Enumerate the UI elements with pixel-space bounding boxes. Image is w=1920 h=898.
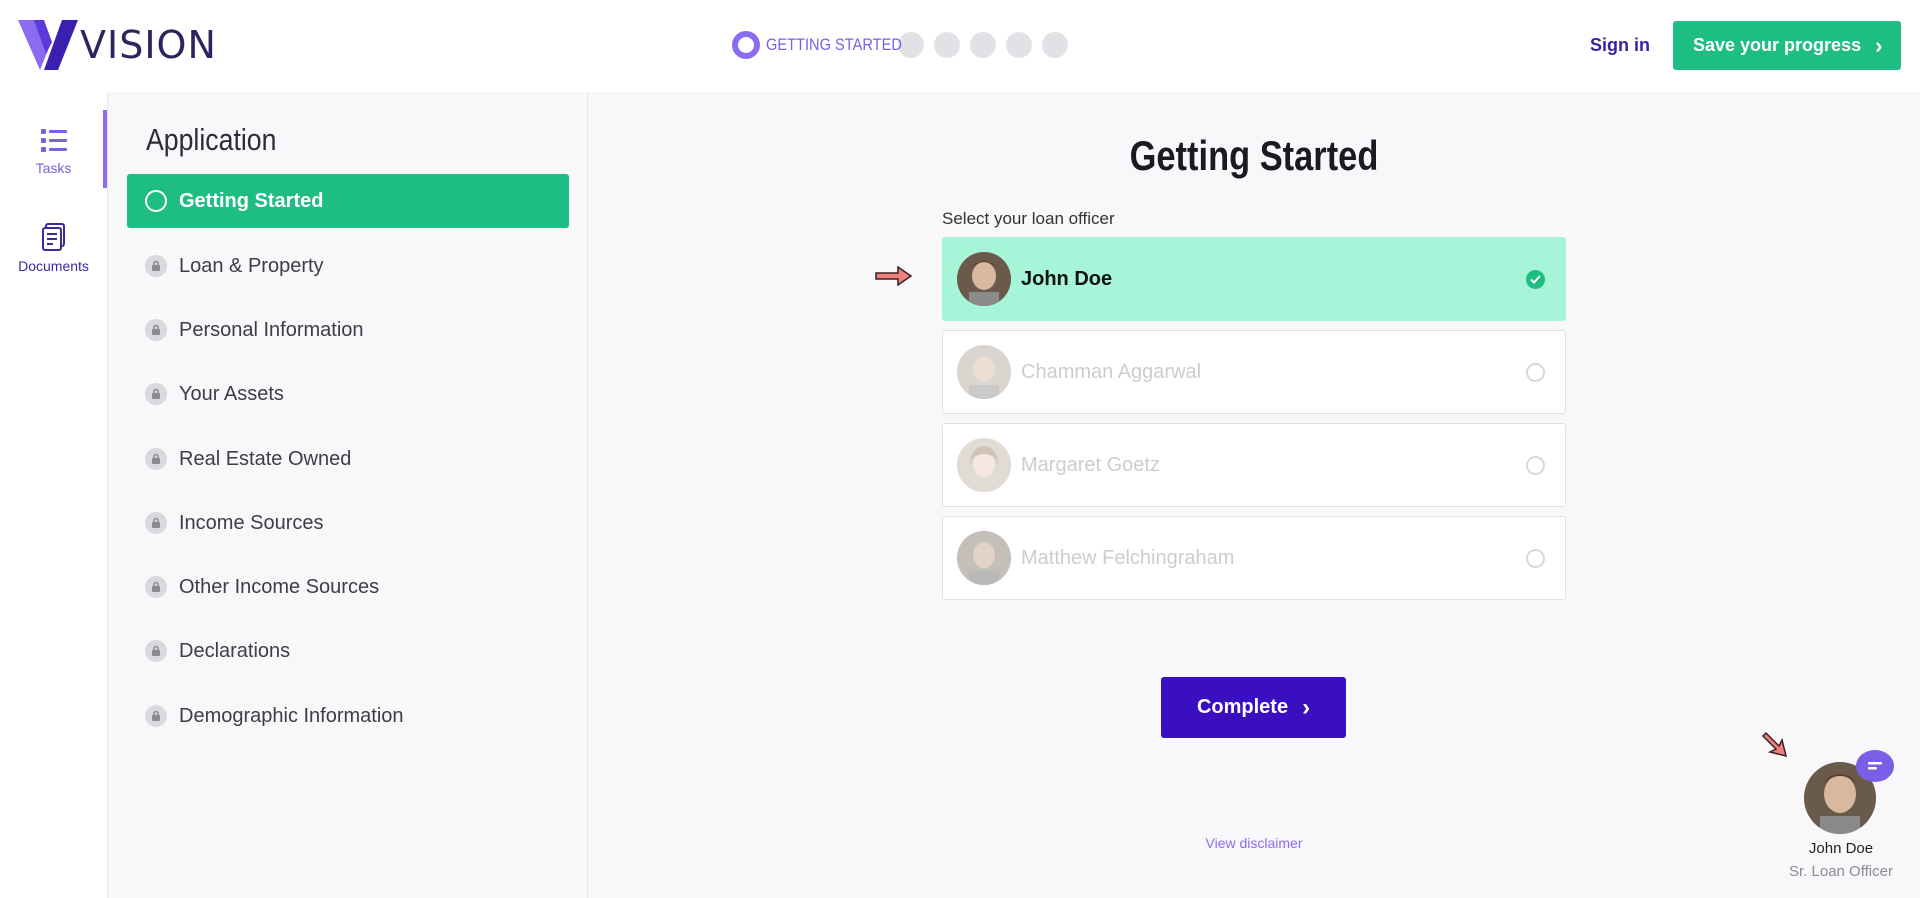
avatar: [957, 438, 1011, 492]
lock-icon: [145, 383, 167, 405]
sidebar-item-label: Loan & Property: [179, 254, 324, 277]
page-title: Getting Started: [1129, 132, 1379, 179]
sidebar-item-income-sources[interactable]: Income Sources: [127, 496, 569, 550]
chevron-right-icon: ›: [1875, 32, 1883, 58]
check-circle-icon: [1526, 270, 1545, 289]
widget-officer-role: Sr. Loan Officer: [1789, 863, 1893, 880]
chevron-right-icon: ›: [1302, 693, 1311, 721]
progress-step-5: [1006, 32, 1032, 58]
sidebar-item-getting-started[interactable]: Getting Started: [127, 174, 569, 228]
vision-logo-icon: [18, 20, 78, 70]
sidebar-item-label: Your Assets: [179, 382, 284, 405]
lock-icon: [145, 576, 167, 598]
sidebar-item-real-estate-owned[interactable]: Real Estate Owned: [127, 432, 569, 486]
loan-officer-option[interactable]: John Doe: [942, 237, 1566, 321]
rail-item-documents-label: Documents: [18, 258, 89, 274]
sign-in-link[interactable]: Sign in: [1590, 35, 1650, 56]
loan-officer-name: Margaret Goetz: [1021, 453, 1160, 476]
sidebar-item-label: Personal Information: [179, 318, 364, 341]
sidebar-item-personal-information[interactable]: Personal Information: [127, 303, 569, 357]
document-icon: [41, 223, 65, 251]
avatar: [957, 252, 1011, 306]
sidebar-item-label: Getting Started: [179, 189, 324, 212]
view-disclaimer-link[interactable]: View disclaimer: [588, 835, 1920, 851]
logo[interactable]: VISION: [18, 20, 217, 70]
progress-step-2: [898, 32, 924, 58]
loan-officer-option[interactable]: Chamman Aggarwal: [942, 330, 1566, 414]
lock-icon: [145, 512, 167, 534]
arrow-right-icon: [875, 265, 913, 287]
progress-step-6: [1042, 32, 1068, 58]
chat-icon[interactable]: [1856, 750, 1894, 782]
sidebar-title: Application: [146, 122, 277, 157]
sidebar-item-label: Declarations: [179, 639, 291, 662]
progress-step-3: [934, 32, 960, 58]
sidebar-item-loan-property[interactable]: Loan & Property: [127, 239, 569, 293]
sidebar-item-demographic-information[interactable]: Demographic Information: [127, 689, 569, 743]
sidebar-item-label: Real Estate Owned: [179, 447, 352, 470]
progress-step-label: GETTING STARTED: [766, 35, 902, 54]
main-content: Getting Started Select your loan officer…: [588, 92, 1920, 898]
complete-button[interactable]: Complete ›: [1161, 677, 1346, 738]
radio-icon: [1526, 549, 1545, 568]
loan-officer-name: Matthew Felchingraham: [1021, 546, 1235, 569]
rail-item-tasks-label: Tasks: [35, 160, 72, 176]
progress-step-4: [970, 32, 996, 58]
sidebar-item-other-income-sources[interactable]: Other Income Sources: [127, 560, 569, 614]
radio-icon: [1526, 363, 1545, 382]
rail-item-documents[interactable]: Documents: [0, 222, 107, 274]
loan-officer-select-label: Select your loan officer: [942, 209, 1115, 228]
progress-steps: GETTING STARTED: [732, 31, 1068, 59]
avatar: [957, 345, 1011, 399]
logo-text: VISION: [80, 23, 217, 67]
lock-icon: [145, 705, 167, 727]
lock-icon: [145, 448, 167, 470]
sidebar-item-label: Income Sources: [179, 511, 324, 534]
rail-item-tasks[interactable]: Tasks: [0, 126, 107, 176]
lock-icon: [145, 319, 167, 341]
loan-officer-name: John Doe: [1021, 267, 1113, 290]
lock-icon: [145, 640, 167, 662]
save-progress-button[interactable]: Save your progress ›: [1673, 21, 1901, 70]
application-sidebar: Application Getting Started Loan & Prope…: [108, 92, 588, 898]
left-rail: Tasks Documents: [0, 92, 108, 898]
radio-icon: [1526, 456, 1545, 475]
loan-officer-option[interactable]: Matthew Felchingraham: [942, 516, 1566, 600]
loan-officer-name: Chamman Aggarwal: [1021, 360, 1202, 383]
save-progress-label: Save your progress: [1693, 35, 1862, 55]
progress-step-current: [732, 31, 760, 59]
sidebar-item-declarations[interactable]: Declarations: [127, 624, 569, 678]
header: VISION GETTING STARTED Sign in Save your…: [0, 0, 1920, 92]
sidebar-item-label: Other Income Sources: [179, 575, 380, 598]
circle-icon: [145, 190, 167, 212]
sidebar-item-your-assets[interactable]: Your Assets: [127, 367, 569, 421]
list-icon: [40, 129, 67, 152]
sidebar-item-label: Demographic Information: [179, 704, 404, 727]
complete-label: Complete: [1196, 696, 1289, 718]
avatar: [957, 531, 1011, 585]
widget-officer-name: John Doe: [1808, 840, 1874, 857]
loan-officer-option[interactable]: Margaret Goetz: [942, 423, 1566, 507]
loan-officer-widget[interactable]: John Doe Sr. Loan Officer: [1786, 750, 1896, 890]
lock-icon: [145, 255, 167, 277]
